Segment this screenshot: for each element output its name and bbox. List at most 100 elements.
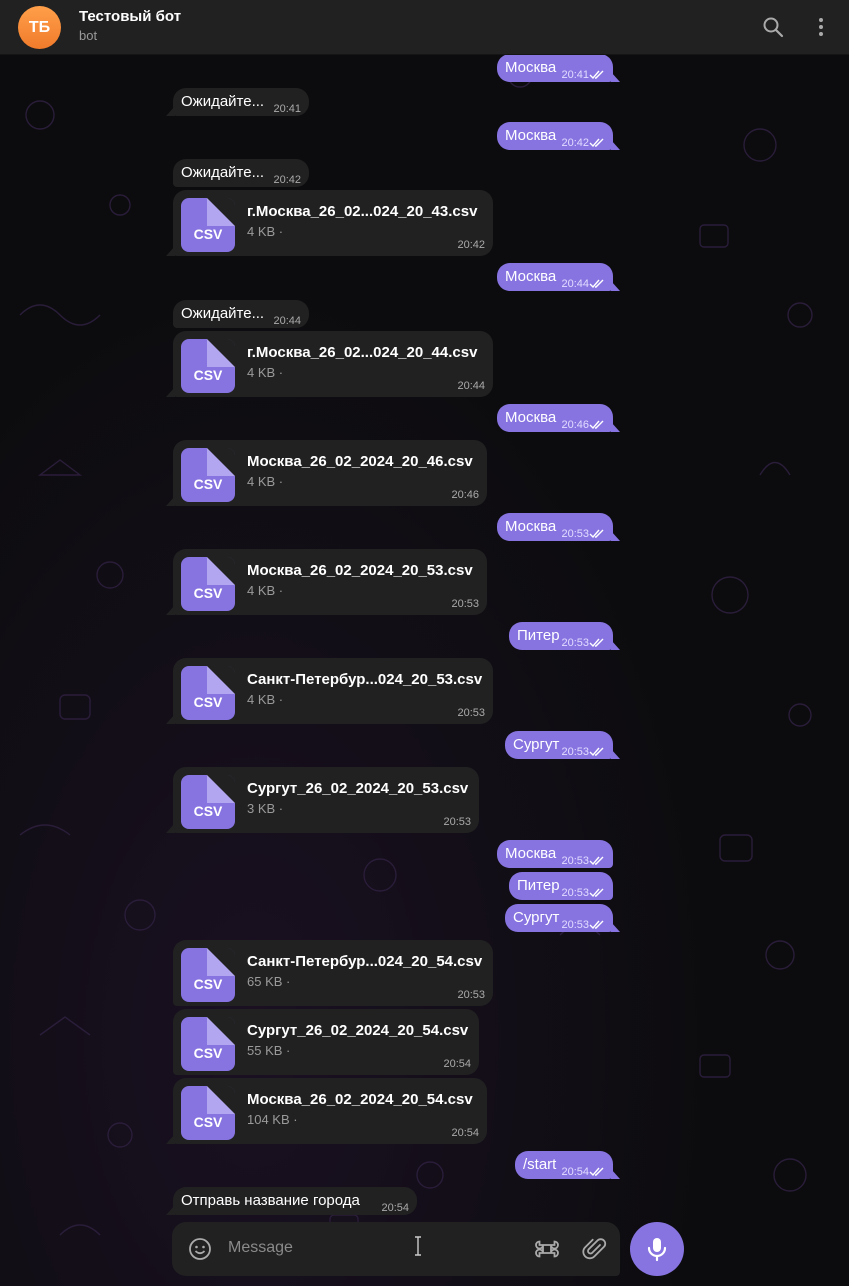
read-receipt-icon [589, 638, 604, 648]
message-time: 20:53 [561, 855, 589, 867]
attach-icon[interactable] [582, 1236, 608, 1262]
message-incoming[interactable]: Отправь название города 20:54 [166, 1187, 417, 1215]
read-receipt-icon [589, 420, 604, 430]
avatar[interactable]: ТБ [18, 6, 61, 49]
file-message[interactable]: CSV Москва_26_02_2024_20_46.csv 4 KB · 2… [166, 440, 487, 506]
message-text: Ожидайте... [181, 305, 265, 322]
file-name: Санкт-Петербур...024_20_53.csv [247, 671, 483, 688]
message-time: 20:54 [561, 1166, 589, 1178]
message-time: 20:44 [457, 380, 485, 392]
file-message[interactable]: CSV Санкт-Петербур...024_20_54.csv 65 KB… [173, 940, 493, 1006]
microphone-button[interactable] [630, 1222, 684, 1276]
file-name: г.Москва_26_02...024_20_43.csv [247, 203, 478, 220]
message-time: 20:53 [457, 989, 485, 1001]
message-input[interactable]: Message [228, 1239, 293, 1257]
message-time: 20:53 [561, 746, 589, 758]
read-receipt-icon [589, 920, 604, 930]
file-message[interactable]: CSV Сургут_26_02_2024_20_53.csv 3 KB · 2… [166, 767, 479, 833]
csv-file-icon[interactable]: CSV [181, 1086, 235, 1140]
file-size: 4 KB · [247, 224, 284, 239]
read-receipt-icon [589, 747, 604, 757]
csv-file-icon[interactable]: CSV [181, 775, 235, 829]
chat-subtitle: bot [79, 28, 98, 43]
message-incoming[interactable]: Ожидайте... 20:42 [173, 159, 309, 187]
csv-file-icon[interactable]: CSV [181, 948, 235, 1002]
file-message[interactable]: CSV Москва_26_02_2024_20_54.csv 104 KB ·… [166, 1078, 487, 1144]
message-outgoing[interactable]: Москва 20:44 [497, 263, 620, 291]
message-outgoing[interactable]: Сургут 20:53 [505, 731, 620, 759]
message-outgoing[interactable]: Москва 20:46 [497, 404, 620, 432]
message-time: 20:42 [561, 137, 589, 149]
message-time: 20:46 [561, 419, 589, 431]
message-outgoing[interactable]: Питер 20:53 [509, 622, 620, 650]
file-message[interactable]: CSV Санкт-Петербур...024_20_53.csv 4 KB … [166, 658, 493, 724]
emoji-icon[interactable] [188, 1237, 212, 1261]
message-incoming[interactable]: Ожидайте... 20:44 [173, 300, 309, 328]
message-time: 20:41 [273, 103, 301, 115]
message-text: Питер [517, 877, 560, 894]
message-text: /start [523, 1156, 557, 1173]
text-cursor-icon [414, 1236, 422, 1258]
file-name: Сургут_26_02_2024_20_54.csv [247, 1022, 469, 1039]
message-time: 20:42 [457, 239, 485, 251]
file-message[interactable]: CSV Москва_26_02_2024_20_53.csv 4 KB · 2… [166, 549, 487, 615]
more-vertical-icon[interactable] [808, 14, 834, 40]
message-outgoing[interactable]: /start 20:54 [515, 1151, 620, 1179]
file-message[interactable]: CSV Сургут_26_02_2024_20_54.csv 55 KB · … [173, 1009, 479, 1075]
chat-title: Тестовый бот [79, 8, 182, 25]
message-outgoing[interactable]: Питер 20:53 [509, 872, 613, 900]
message-text: Питер [517, 627, 560, 644]
read-receipt-icon [589, 888, 604, 898]
message-outgoing[interactable]: Сургут 20:53 [505, 904, 620, 932]
message-time: 20:44 [273, 315, 301, 327]
csv-file-icon[interactable]: CSV [181, 557, 235, 611]
file-size: 4 KB · [247, 474, 284, 489]
message-outgoing[interactable]: Москва 20:53 [497, 513, 620, 541]
file-message[interactable]: CSV г.Москва_26_02...024_20_43.csv 4 KB … [166, 190, 493, 256]
file-size: 55 KB · [247, 1043, 291, 1058]
csv-file-icon[interactable]: CSV [181, 666, 235, 720]
message-time: 20:42 [273, 174, 301, 186]
csv-file-icon[interactable]: CSV [181, 448, 235, 502]
message-text: Москва [505, 127, 557, 144]
message-incoming[interactable]: Ожидайте... 20:41 [166, 88, 309, 116]
csv-file-icon[interactable]: CSV [181, 198, 235, 252]
message-text: Отправь название города [181, 1192, 360, 1209]
message-outgoing[interactable]: Москва 20:53 [497, 840, 613, 868]
microphone-icon [647, 1238, 667, 1262]
read-receipt-icon [589, 529, 604, 539]
search-icon[interactable] [760, 14, 786, 40]
message-text: Москва [505, 59, 557, 76]
message-text: Москва [505, 845, 557, 862]
file-size: 4 KB · [247, 365, 284, 380]
file-size: 4 KB · [247, 692, 284, 707]
message-time: 20:54 [451, 1127, 479, 1139]
message-time: 20:53 [457, 707, 485, 719]
message-composer[interactable]: Message [172, 1222, 620, 1276]
file-size: 4 KB · [247, 583, 284, 598]
message-text: Москва [505, 268, 557, 285]
message-outgoing[interactable]: Москва 20:41 [497, 55, 620, 82]
message-text: Сургут [513, 736, 560, 753]
file-message[interactable]: CSV г.Москва_26_02...024_20_44.csv 4 KB … [166, 331, 493, 397]
file-name: Москва_26_02_2024_20_53.csv [247, 562, 473, 579]
message-text: Сургут [513, 909, 560, 926]
message-outgoing[interactable]: Москва 20:42 [497, 122, 620, 150]
message-time: 20:53 [561, 919, 589, 931]
csv-file-icon[interactable]: CSV [181, 339, 235, 393]
csv-file-icon[interactable]: CSV [181, 1017, 235, 1071]
message-time: 20:53 [443, 816, 471, 828]
message-time: 20:41 [561, 69, 589, 81]
message-time: 20:44 [561, 278, 589, 290]
file-name: Москва_26_02_2024_20_54.csv [247, 1091, 473, 1108]
message-text: Москва [505, 409, 557, 426]
message-time: 20:53 [451, 598, 479, 610]
read-receipt-icon [589, 856, 604, 866]
read-receipt-icon [589, 279, 604, 289]
chat-title-block[interactable]: Тестовый бот bot [79, 8, 181, 43]
chat-area[interactable]: Москва 20:41 Ожидайте... 20:41 Москва 20… [0, 55, 849, 1286]
message-text: Ожидайте... [181, 93, 265, 110]
file-name: Москва_26_02_2024_20_46.csv [247, 453, 473, 470]
command-icon[interactable] [534, 1236, 560, 1262]
message-time: 20:46 [451, 489, 479, 501]
